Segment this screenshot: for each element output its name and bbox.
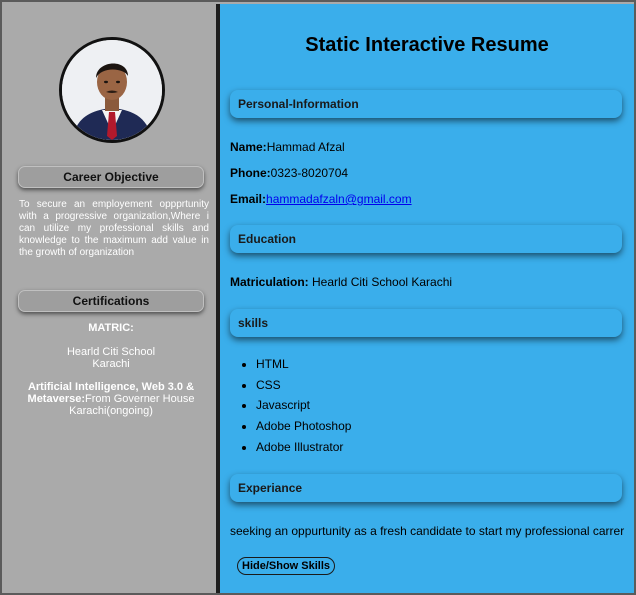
profile-photo (62, 40, 162, 140)
toggle-skills-button[interactable]: Hide/Show Skills (237, 557, 336, 575)
main-content: Static Interactive Resume Personal-Infor… (220, 4, 634, 593)
skill-item: Javascript (256, 395, 351, 416)
avatar (59, 37, 165, 143)
career-objective-heading: Career Objective (18, 166, 204, 188)
education-label: Matriculation: (230, 275, 309, 289)
name-label: Name: (230, 140, 267, 154)
cert-matric-label: MATRIC: (88, 322, 134, 334)
cert-ai: Artificial Intelligence, Web 3.0 & Metav… (16, 381, 206, 417)
skills-heading: skills (230, 309, 622, 337)
skill-item: Adobe Photoshop (256, 416, 351, 437)
career-objective-text: To secure an employement oppprtunity wit… (19, 199, 209, 258)
cert-matric-school-line2: Karachi (92, 358, 130, 370)
skill-item: Adobe Illustrator (256, 437, 351, 458)
resume-frame: Career Objective To secure an employemen… (0, 0, 636, 595)
name-value: Hammad Afzal (266, 140, 345, 154)
sidebar: Career Objective To secure an employemen… (4, 4, 216, 593)
personal-info-heading: Personal-Information (230, 90, 622, 118)
email-label: Email: (230, 192, 267, 206)
email-link[interactable]: hammadafzaln@gmail.com (266, 192, 412, 206)
skills-list: HTML CSS Javascript Adobe Photoshop Adob… (230, 354, 351, 457)
education-value: Hearld Citi School Karachi (308, 275, 453, 289)
experience-text: seeking an oppurtunity as a fresh candid… (230, 524, 625, 538)
experience-heading: Experiance (230, 474, 622, 502)
cert-ai-detail: From Governer House Karachi(ongoing) (69, 393, 195, 417)
cert-matric-school-line1: Hearld Citi School (66, 346, 156, 358)
skill-item: HTML (256, 354, 351, 375)
cert-matric: MATRIC: (16, 322, 206, 334)
phone-row: Phone:0323-8020704 (230, 166, 348, 180)
phone-value: 0323-8020704 (270, 166, 349, 180)
certifications-heading: Certifications (18, 290, 204, 312)
education-row: Matriculation: Hearld Citi School Karach… (230, 275, 452, 289)
education-heading: Education (230, 225, 622, 253)
skill-item: CSS (256, 375, 351, 396)
phone-label: Phone: (230, 166, 271, 180)
cert-matric-school: Hearld Citi School Karachi (16, 346, 206, 370)
page-title: Static Interactive Resume (305, 34, 549, 56)
email-row: Email:hammadafzaln@gmail.com (230, 192, 412, 206)
name-row: Name:Hammad Afzal (230, 140, 345, 154)
